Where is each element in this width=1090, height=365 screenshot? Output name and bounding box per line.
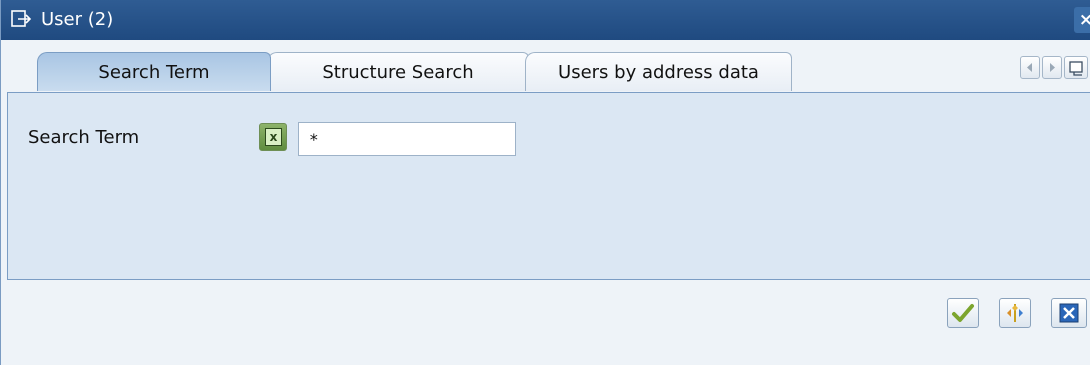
title-bar[interactable]: User (2) × bbox=[1, 0, 1090, 40]
scroll-left-icon[interactable] bbox=[1020, 56, 1040, 79]
value-help-dialog: User (2) × Search Term Structure Search … bbox=[0, 0, 1090, 365]
scroll-right-icon[interactable] bbox=[1042, 56, 1062, 79]
tab-search-term[interactable]: Search Term bbox=[37, 52, 271, 91]
tab-list-icon[interactable] bbox=[1064, 56, 1088, 79]
multiple-selection-icon[interactable]: x bbox=[259, 123, 287, 151]
cancel-x-icon bbox=[1059, 303, 1079, 323]
search-term-panel: Search Term x bbox=[7, 92, 1090, 280]
cancel-button[interactable] bbox=[1051, 298, 1087, 328]
search-term-input[interactable] bbox=[298, 122, 516, 156]
new-search-button[interactable] bbox=[999, 298, 1031, 328]
checkmark-icon bbox=[952, 304, 974, 322]
tab-structure-search[interactable]: Structure Search bbox=[267, 52, 529, 91]
search-term-label: Search Term bbox=[28, 127, 140, 148]
search-help-icon bbox=[1007, 304, 1023, 322]
tab-users-by-address-data[interactable]: Users by address data bbox=[525, 52, 792, 91]
dialog-arrow-icon bbox=[11, 10, 33, 28]
dialog-title: User (2) bbox=[41, 9, 114, 30]
close-icon[interactable]: × bbox=[1074, 7, 1090, 33]
continue-button[interactable] bbox=[947, 298, 979, 328]
tab-strip: Search Term Structure Search Users by ad… bbox=[1, 40, 1090, 93]
multiple-selection-glyph: x bbox=[265, 128, 282, 146]
